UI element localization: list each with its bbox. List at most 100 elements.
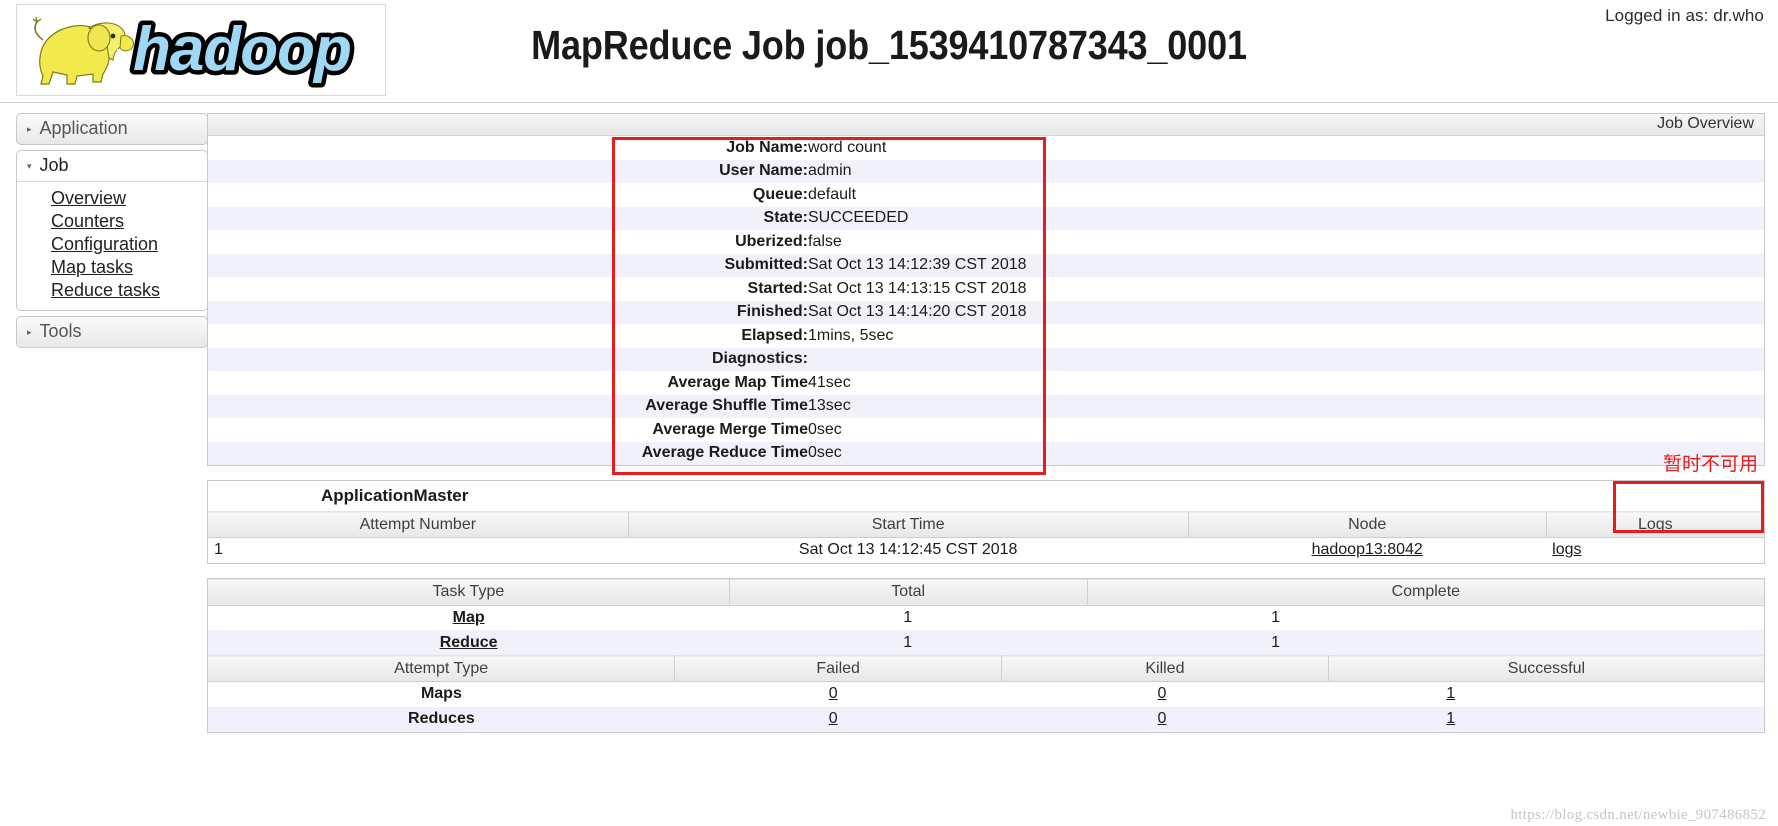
overview-row: Average Reduce Time 0sec xyxy=(208,441,1764,465)
overview-row: Elapsed: 1mins, 5sec xyxy=(208,324,1764,348)
job-overview-table: Job Name: word count User Name: admin Queue:… xyxy=(208,136,1764,465)
logged-in-status: Logged in as: dr.who xyxy=(1605,6,1764,25)
table-header-row: Attempt Number Start Time Node Logs xyxy=(208,511,1764,538)
application-master-table: ApplicationMaster Attempt Number Start T… xyxy=(208,481,1764,563)
overview-row-value: 0sec xyxy=(808,444,842,462)
overview-row-key: Average Shuffle Time xyxy=(645,397,808,415)
sidebar-item-configuration[interactable]: Configuration xyxy=(17,233,207,256)
maps-killed-link[interactable]: 0 xyxy=(1158,685,1167,702)
overview-row: Diagnostics: xyxy=(208,347,1764,372)
cell-start-time: Sat Oct 13 14:12:45 CST 2018 xyxy=(798,541,1018,559)
overview-row-value: Sat Oct 13 14:14:20 CST 2018 xyxy=(808,303,1027,321)
reduces-failed-link[interactable]: 0 xyxy=(829,710,838,727)
overview-row-value: false xyxy=(808,232,842,250)
sidebar-item-overview[interactable]: Overview xyxy=(17,187,207,210)
sidebar-section-application-header[interactable]: ▸ Application xyxy=(17,114,207,144)
attempt-summary-panel: Attempt Type Failed Killed Successful Ma… xyxy=(207,655,1765,733)
sidebar-section-job-header[interactable]: ▾ Job xyxy=(17,151,207,182)
cell-complete: 1 xyxy=(1087,630,1764,655)
map-task-link[interactable]: Map xyxy=(453,609,485,626)
sidebar-section-job[interactable]: ▾ Job Overview Counters Configuration Ma… xyxy=(16,150,208,312)
job-overview-title: Job Overview xyxy=(208,114,1764,136)
overview-row-key: Average Map Time xyxy=(667,373,809,391)
sidebar-nav: ▸ Application ▾ Job Overview Counters Co… xyxy=(16,113,208,353)
overview-row-value: 0sec xyxy=(808,420,842,438)
cell-logs: logs xyxy=(1546,538,1764,563)
task-summary-panel: Task Type Total Complete Map 1 1 Reduce … xyxy=(207,577,1765,656)
overview-row-key: Average Merge Time xyxy=(652,420,808,438)
overview-row: State: SUCCEEDED xyxy=(208,206,1764,230)
cell-task-type: Map xyxy=(208,605,729,630)
overview-row: Average Shuffle Time 13sec xyxy=(208,394,1764,418)
overview-row-value: Sat Oct 13 14:13:15 CST 2018 xyxy=(808,279,1027,297)
cell-failed: 0 xyxy=(674,706,1002,732)
cell-attempt-type: Reduces xyxy=(208,706,675,732)
chevron-down-icon: ▾ xyxy=(27,161,32,171)
sidebar-item-map-tasks[interactable]: Map tasks xyxy=(17,256,207,279)
col-total: Total xyxy=(729,578,1088,606)
overview-row-key: Uberized: xyxy=(735,232,808,250)
overview-row-value: 1mins, 5sec xyxy=(808,326,894,344)
overview-row-value: SUCCEEDED xyxy=(808,209,909,227)
table-row: Reduce 1 1 xyxy=(208,630,1764,655)
col-node: Node xyxy=(1188,511,1547,538)
sidebar-section-tools-header[interactable]: ▸ Tools xyxy=(17,317,207,347)
reduces-killed-link[interactable]: 0 xyxy=(1158,710,1167,727)
cell-total: 1 xyxy=(903,608,913,626)
cell-successful: 1 xyxy=(1328,682,1764,707)
overview-row: Job Name: word count xyxy=(208,136,1764,160)
col-task-type: Task Type xyxy=(208,578,730,606)
col-attempt-number: Attempt Number xyxy=(208,511,629,538)
maps-successful-link[interactable]: 1 xyxy=(1446,685,1455,702)
overview-row-key: Queue: xyxy=(752,185,808,203)
table-row: Map 1 1 xyxy=(208,605,1764,630)
logs-link[interactable]: logs xyxy=(1552,541,1581,558)
overview-row-key: Elapsed: xyxy=(741,326,808,344)
overview-row: Queue: default xyxy=(208,183,1764,207)
hadoop-logo[interactable]: hadoop hadoop xyxy=(16,4,386,96)
node-link[interactable]: hadoop13:8042 xyxy=(1312,541,1423,558)
col-killed: Killed xyxy=(1001,655,1329,682)
overview-row-key: Average Reduce Time xyxy=(641,444,808,462)
overview-row-value: 41sec xyxy=(808,373,851,391)
sidebar-section-application[interactable]: ▸ Application xyxy=(16,113,208,145)
overview-row: Uberized: false xyxy=(208,230,1764,254)
sidebar-section-tools[interactable]: ▸ Tools xyxy=(16,316,208,349)
watermark-text: https://blog.csdn.net/newbie_907486852 xyxy=(1510,807,1766,823)
table-row: Reduces 0 0 1 xyxy=(208,706,1764,732)
cell-killed: 0 xyxy=(1002,682,1329,707)
sidebar-item-reduce-tasks[interactable]: Reduce tasks xyxy=(17,279,207,302)
overview-row-value: default xyxy=(808,185,857,203)
overview-row-key: State: xyxy=(763,209,808,227)
reduce-task-link[interactable]: Reduce xyxy=(440,634,498,651)
table-header-row: Task Type Total Complete xyxy=(208,578,1764,606)
sidebar-section-tools-label: Tools xyxy=(39,321,82,342)
overview-row: Submitted: Sat Oct 13 14:12:39 CST 2018 xyxy=(208,253,1764,277)
svg-text:hadoop: hadoop xyxy=(133,15,351,84)
col-failed: Failed xyxy=(674,655,1003,682)
maps-failed-link[interactable]: 0 xyxy=(829,685,838,702)
cell-killed: 0 xyxy=(1001,706,1329,732)
overview-row-value xyxy=(808,348,1764,372)
table-row: 1 Sat Oct 13 14:12:45 CST 2018 hadoop13:… xyxy=(208,538,1764,563)
sidebar-item-counters[interactable]: Counters xyxy=(17,210,207,233)
table-header-row: Attempt Type Failed Killed Successful xyxy=(208,655,1764,682)
attempt-summary-table: Attempt Type Failed Killed Successful Ma… xyxy=(208,655,1764,732)
overview-row-value: word count xyxy=(808,138,887,156)
hadoop-job-page: Logged in as: dr.who hadoop hadoop MapRe… xyxy=(0,0,1778,826)
sidebar-section-job-label: Job xyxy=(39,155,69,175)
main-content: Job Overview Job Name: word count User Nam… xyxy=(207,113,1765,733)
overview-row: User Name: admin xyxy=(208,159,1764,183)
overview-row-key: Finished: xyxy=(736,303,808,321)
col-start-time: Start Time xyxy=(628,511,1189,538)
overview-row-key: Started: xyxy=(747,279,808,297)
cell-complete: 1 xyxy=(1271,608,1281,626)
hadoop-logo-icon: hadoop hadoop xyxy=(32,11,356,89)
cell-failed: 0 xyxy=(675,682,1002,707)
overview-row: Finished: Sat Oct 13 14:14:20 CST 2018 xyxy=(208,300,1764,324)
cell-task-type: Reduce xyxy=(208,630,730,655)
sidebar-section-application-label: Application xyxy=(39,118,128,138)
reduces-successful-link[interactable]: 1 xyxy=(1446,710,1455,727)
sidebar-job-links: Overview Counters Configuration Map task… xyxy=(17,182,207,311)
application-master-panel: ApplicationMaster Attempt Number Start T… xyxy=(207,480,1765,564)
